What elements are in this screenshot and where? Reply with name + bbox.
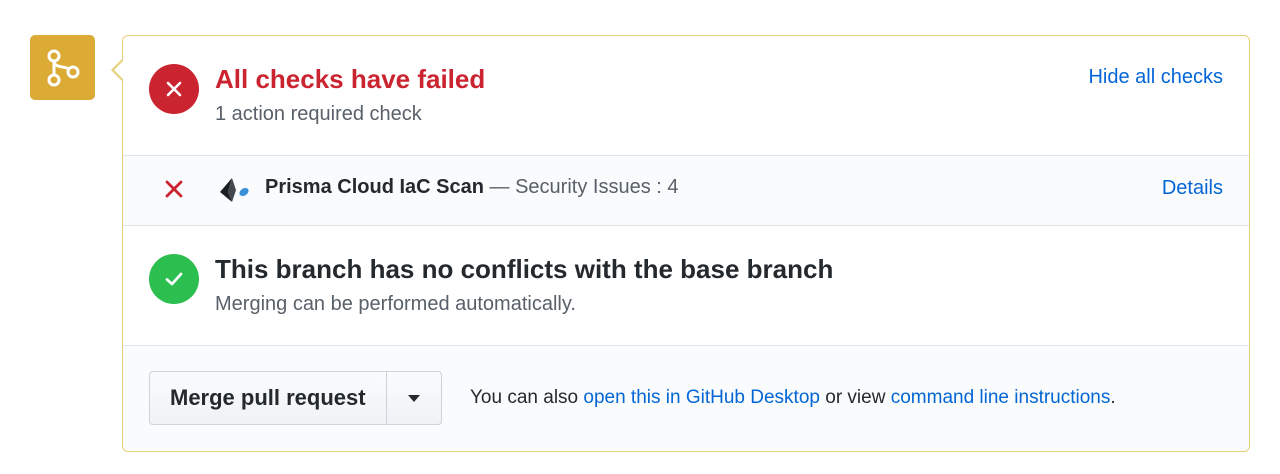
merge-section: Merge pull request You can also open thi… xyxy=(123,346,1249,451)
branch-status-section: This branch has no conflicts with the ba… xyxy=(123,226,1249,346)
note-suffix: . xyxy=(1110,387,1116,408)
prisma-cloud-logo xyxy=(218,176,252,204)
checks-status-subtitle: 1 action required check xyxy=(215,103,422,125)
git-merge-icon xyxy=(30,35,95,100)
x-icon xyxy=(163,178,185,200)
caret-down-icon xyxy=(407,394,420,402)
merge-button-group: Merge pull request xyxy=(149,371,442,425)
branch-status-title: This branch has no conflicts with the ba… xyxy=(215,254,834,284)
check-title: Prisma Cloud IaC Scan — Security Issues … xyxy=(265,176,679,199)
merge-status-panel: All checks have failed 1 action required… xyxy=(122,35,1250,452)
x-circle-icon xyxy=(149,64,199,114)
open-in-github-desktop-link[interactable]: open this in GitHub Desktop xyxy=(583,387,820,408)
check-circle-icon xyxy=(149,254,199,304)
checks-summary-section: All checks have failed 1 action required… xyxy=(123,36,1249,156)
check-description: Security Issues : 4 xyxy=(515,176,679,198)
checks-status-title: All checks have failed xyxy=(215,64,486,94)
merge-pull-request-button[interactable]: Merge pull request xyxy=(150,372,387,424)
panel-pointer-fill xyxy=(114,60,124,80)
details-link[interactable]: Details xyxy=(1162,177,1223,200)
check-separator: — xyxy=(483,176,516,198)
note-prefix: You can also xyxy=(470,387,584,408)
branch-status-subtitle: Merging can be performed automatically. xyxy=(215,293,576,315)
command-line-instructions-link[interactable]: command line instructions xyxy=(891,387,1111,408)
check-name: Prisma Cloud IaC Scan xyxy=(265,176,484,198)
hide-all-checks-link[interactable]: Hide all checks xyxy=(1088,66,1223,89)
merge-alternatives-note: You can also open this in GitHub Desktop… xyxy=(470,387,1116,409)
merge-options-dropdown[interactable] xyxy=(387,372,441,424)
check-row: Prisma Cloud IaC Scan — Security Issues … xyxy=(123,156,1249,226)
note-middle: or view xyxy=(819,387,891,408)
